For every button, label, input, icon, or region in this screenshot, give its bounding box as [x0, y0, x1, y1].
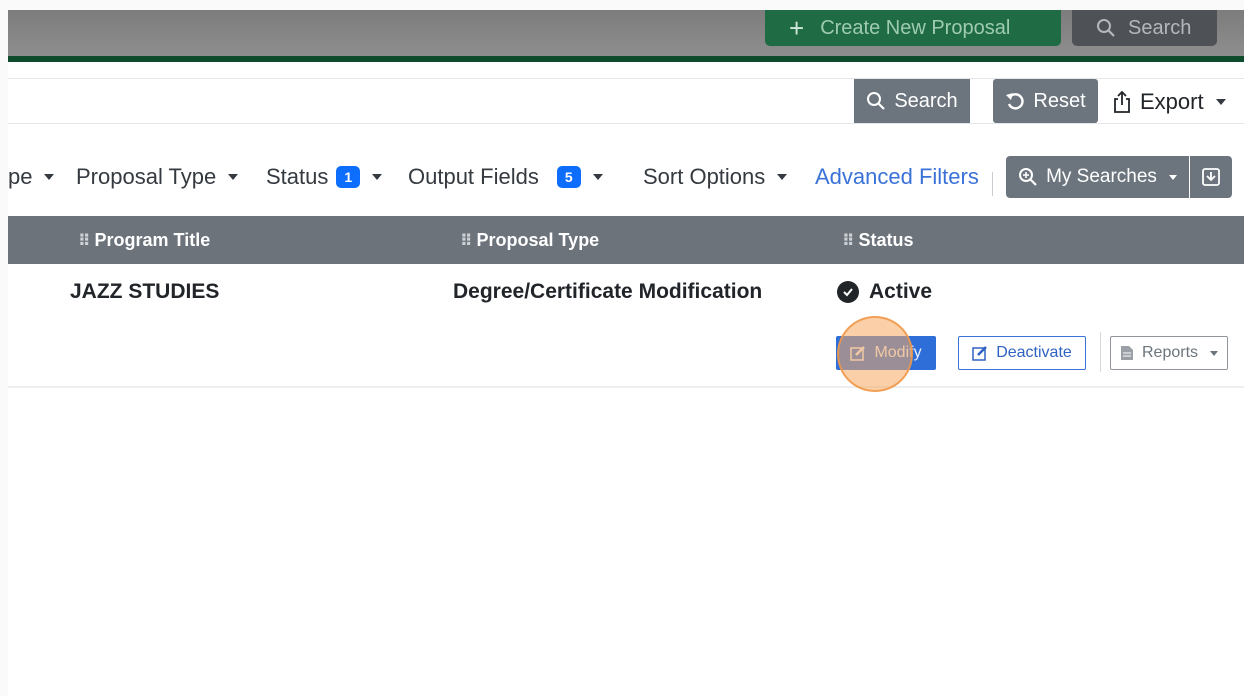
search-row: Search Reset Export	[8, 78, 1244, 124]
search-button[interactable]: Search	[854, 79, 970, 123]
column-header-label: Proposal Type	[476, 230, 600, 250]
drag-handle-icon[interactable]: ⠿	[460, 231, 472, 251]
keyword-search-input[interactable]	[8, 79, 852, 123]
program-title-cell: JAZZ STUDIES	[70, 280, 220, 303]
chevron-down-icon	[228, 174, 239, 180]
plus-icon: +	[789, 13, 805, 43]
save-download-icon	[1202, 168, 1220, 186]
chevron-down-icon	[1210, 350, 1219, 356]
column-header-proposal-type[interactable]: ⠿ Proposal Type	[460, 230, 599, 251]
reset-button[interactable]: Reset	[993, 79, 1098, 123]
chevron-down-icon	[1215, 99, 1226, 105]
chevron-down-icon	[777, 174, 788, 180]
chevron-down-icon	[1168, 174, 1177, 180]
undo-icon	[1006, 93, 1025, 110]
column-header-status[interactable]: ⠿ Status	[842, 230, 914, 251]
chevron-down-icon	[44, 174, 55, 180]
modify-label: Modify	[874, 344, 922, 361]
reset-button-label: Reset	[1033, 89, 1086, 112]
edit-icon	[850, 346, 866, 361]
my-searches-dropdown[interactable]: My Searches	[1006, 156, 1189, 198]
status-cell: Active	[837, 280, 932, 304]
export-label: Export	[1140, 89, 1204, 114]
column-header-label: Program Title	[94, 230, 211, 250]
reports-label: Reports	[1141, 344, 1199, 361]
status-count-badge: 1	[336, 166, 361, 188]
drag-handle-icon[interactable]: ⠿	[842, 231, 854, 251]
edit-icon	[972, 346, 988, 361]
proposal-type-filter-dropdown[interactable]: Proposal Type	[76, 164, 239, 190]
search-icon	[867, 92, 886, 110]
search-button-label: Search	[894, 89, 958, 112]
filter-truncated-dropdown[interactable]: pe	[8, 164, 55, 190]
column-header-program-title[interactable]: ⠿ Program Title	[78, 230, 210, 251]
toolbar-divider	[992, 172, 993, 196]
check-circle-icon	[837, 281, 859, 303]
chevron-down-icon	[592, 174, 603, 180]
table-row: JAZZ STUDIES Degree/Certificate Modifica…	[8, 264, 1244, 388]
proposal-type-filter-label: Proposal Type	[76, 164, 217, 189]
deactivate-button[interactable]: Deactivate	[958, 336, 1086, 370]
search-icon	[1097, 19, 1115, 37]
document-icon	[1120, 346, 1133, 360]
filter-truncated-label: pe	[8, 164, 33, 189]
actions-divider	[1100, 332, 1101, 372]
export-dropdown[interactable]: Export	[1112, 85, 1226, 119]
sort-options-dropdown[interactable]: Sort Options	[643, 164, 788, 190]
sort-options-label: Sort Options	[643, 164, 766, 189]
modify-button[interactable]: Modify	[836, 336, 936, 370]
output-fields-count-badge: 5	[556, 166, 581, 188]
results-table-header: ⠿ Program Title ⠿ Proposal Type ⠿ Status	[8, 216, 1244, 264]
save-search-button[interactable]	[1190, 156, 1232, 198]
drag-handle-icon[interactable]: ⠿	[78, 231, 90, 251]
header-search-label: Search	[1128, 16, 1192, 39]
create-new-proposal-label: Create New Proposal	[820, 17, 1011, 39]
column-header-label: Status	[858, 230, 914, 250]
deactivate-label: Deactivate	[996, 344, 1072, 361]
chevron-down-icon	[372, 174, 383, 180]
my-searches-label: My Searches	[1046, 166, 1157, 187]
status-label: Active	[869, 280, 933, 303]
advanced-filters-link[interactable]: Advanced Filters	[815, 164, 979, 190]
reports-dropdown[interactable]: Reports	[1110, 336, 1228, 370]
create-new-proposal-button[interactable]: + Create New Proposal	[765, 10, 1061, 46]
top-header-bar: + Create New Proposal Search	[8, 10, 1244, 62]
status-filter-dropdown[interactable]: Status 1	[266, 164, 383, 190]
share-icon	[1114, 90, 1130, 113]
proposal-type-cell: Degree/Certificate Modification	[453, 280, 763, 303]
zoom-search-icon	[1019, 168, 1037, 186]
status-filter-label: Status	[266, 164, 329, 189]
output-fields-label: Output Fields	[408, 164, 539, 189]
header-search-button[interactable]: Search	[1072, 10, 1217, 46]
filter-toolbar: pe Proposal Type Status 1 Output Fields …	[8, 150, 1244, 206]
output-fields-dropdown[interactable]: Output Fields 5	[408, 164, 603, 190]
